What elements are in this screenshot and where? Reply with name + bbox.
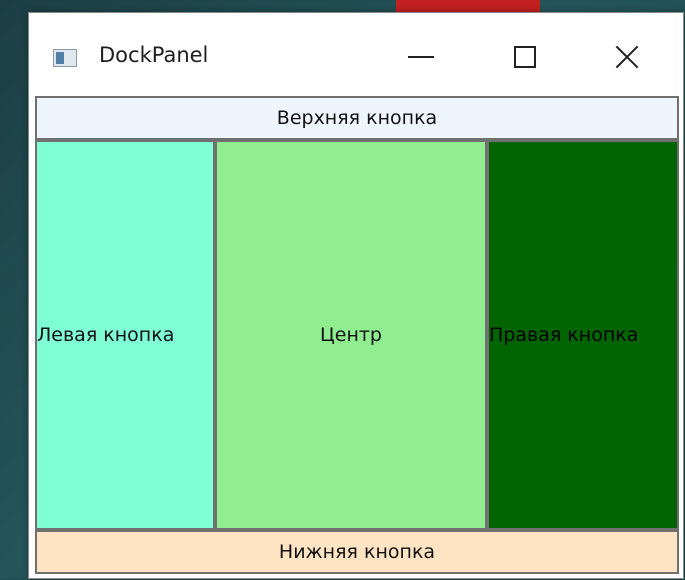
maximize-button[interactable] — [489, 27, 561, 87]
bottom-button-label: Нижняя кнопка — [278, 541, 436, 563]
minimize-icon — [408, 56, 434, 58]
close-button[interactable] — [591, 27, 663, 87]
minimize-button[interactable] — [385, 27, 457, 87]
top-button-label: Верхняя кнопка — [276, 107, 438, 129]
right-button-label: Правая кнопка — [489, 324, 639, 346]
dock-panel: Верхняя кнопка Левая кнопка Центр Правая… — [35, 96, 679, 580]
right-button[interactable]: Правая кнопка — [487, 140, 679, 530]
bottom-button[interactable]: Нижняя кнопка — [35, 530, 679, 574]
center-button[interactable]: Центр — [215, 140, 487, 530]
title-bar[interactable]: DockPanel — [29, 13, 683, 95]
close-icon — [614, 44, 640, 70]
center-button-label: Центр — [320, 324, 382, 346]
top-button[interactable]: Верхняя кнопка — [35, 96, 679, 140]
window-app-icon — [53, 49, 77, 67]
dockpanel-window: DockPanel Верхняя кнопка Левая кнопка Це… — [28, 12, 684, 579]
background-red-accent — [396, 0, 540, 12]
window-title: DockPanel — [99, 43, 209, 67]
left-button[interactable]: Левая кнопка — [35, 140, 215, 530]
left-button-label: Левая кнопка — [37, 324, 175, 346]
maximize-icon — [514, 46, 536, 68]
